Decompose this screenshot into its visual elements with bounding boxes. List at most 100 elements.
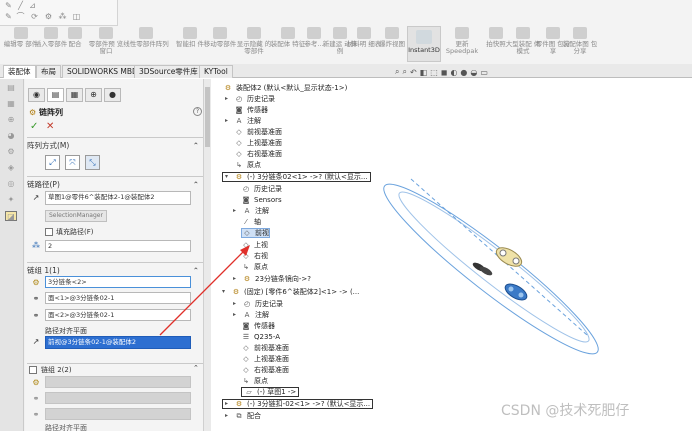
method-distance-linkage-icon[interactable]: ⤢ [45, 155, 60, 170]
configuration-manager-tab-icon[interactable]: ▦ [66, 88, 83, 102]
tab-assembly[interactable]: 装配体 [3, 65, 36, 78]
tree-node-fixed-part[interactable]: ▾ ⚙ (固定) [零件6^装配体2]<1> -> (... [222, 287, 359, 297]
section-view-icon[interactable]: ◧ [420, 68, 428, 77]
dimension-icon[interactable]: ⊿ [28, 1, 37, 10]
tree-node[interactable]: ▸ A 注解 [225, 116, 261, 126]
graphics-area[interactable]: ⚙ 装配体2 (默认<默认_显示状态-1>) ▸ ◴ 历史记录 ◙ 传感器 ▸ A 注解 ◇… [211, 79, 692, 431]
tree-node-chain-link[interactable]: ▸ ⚙ (-) 3分链扣-02<1> ->? (默认<显示... [222, 399, 374, 409]
fill-path-checkbox[interactable] [45, 228, 53, 236]
tree-node[interactable]: ⁄ 轴 [241, 217, 261, 227]
tree-node[interactable]: ◇ 右视基准面 [241, 365, 289, 375]
chain-path-field[interactable]: 草图1@零件6^装配体2-1@装配体2 [45, 191, 191, 205]
tree-node[interactable]: ▸ ⚙ 23分链条镜向->? [233, 274, 311, 284]
options-icon[interactable]: ⚙ [44, 12, 53, 21]
zoom-to-fit-icon[interactable]: ⌕ [395, 67, 399, 77]
tree-node[interactable]: ☰ Q235-A [241, 332, 280, 342]
update-speedpak-button[interactable]: 更新 Speedpak [444, 27, 480, 63]
linear-pattern-button[interactable]: 线性零部件阵列 [120, 27, 172, 63]
collapse-icon[interactable]: ⌃ [193, 179, 199, 191]
tree-node-front-plane[interactable]: ◇ 前视 [241, 228, 270, 238]
tree-node[interactable]: ↳ 原点 [241, 376, 268, 386]
chain-component-field[interactable]: 3分链条<2> [45, 276, 191, 288]
tree-root[interactable]: ⚙ 装配体2 (默认<默认_显示状态-1>) [223, 83, 348, 93]
view-orientation-icon[interactable]: ⬚ [430, 68, 438, 77]
tree-node-sketch[interactable]: ▱ (-) 草图1 -> [241, 387, 300, 397]
move-component-button[interactable]: 移动零部件 [200, 27, 240, 63]
appearance-icon[interactable]: ● [460, 68, 467, 77]
instant3d-button[interactable]: Instant3D [407, 26, 441, 62]
chain-group-2-checkbox[interactable] [29, 366, 37, 374]
path-link2-field[interactable]: 面<2>@3分链条02-1 [45, 309, 191, 321]
tree-node[interactable]: ◇ 右视基准面 [234, 149, 282, 159]
design-icon[interactable]: ◈ [5, 163, 17, 173]
tree-node[interactable]: ◴ 历史记录 [241, 184, 282, 194]
selection-manager-button[interactable]: SelectionManager [45, 210, 107, 222]
assembly-pack-share-button[interactable]: 装配体图 包分享 [562, 27, 598, 63]
tree-node[interactable]: ▸ A 注解 [233, 310, 269, 320]
display-icon[interactable]: ◕ [5, 131, 17, 141]
rebuild-icon[interactable]: ⟳ [30, 12, 39, 21]
property-manager-tab-icon[interactable]: ▤ [47, 88, 64, 102]
smart-dimension-icon[interactable]: ⌒ [16, 12, 25, 21]
tree-node[interactable]: ▸ ◴ 历史记录 [225, 94, 275, 104]
ok-button[interactable]: ✓ [30, 121, 38, 132]
library-icon[interactable]: ◎ [5, 179, 17, 189]
property-icon[interactable]: ▦ [5, 99, 17, 109]
tree-node[interactable]: ◇ 前视基准面 [234, 127, 282, 137]
tree-node[interactable]: ◇ 上视基准面 [234, 138, 282, 148]
tab-kytool[interactable]: KYTool [199, 65, 233, 78]
tree-node[interactable]: ◇ 上视 [241, 240, 268, 250]
component-preview-button[interactable]: 零部件预 览窗口 [88, 27, 124, 63]
tree-node[interactable]: ◇ 右视 [241, 251, 268, 261]
tree-node[interactable]: ↳ 原点 [241, 262, 268, 272]
custom-icon[interactable]: ◪ [5, 211, 17, 221]
tree-node[interactable]: ↳ 原点 [234, 160, 261, 170]
show-hidden-button[interactable]: 显示隐藏 的零部件 [236, 27, 272, 63]
tab-3dsource[interactable]: 3DSource零件库 [134, 65, 203, 78]
scene-icon[interactable]: ◒ [470, 68, 477, 77]
tree-node[interactable]: ▸ ◴ 历史记录 [233, 299, 283, 309]
path-link1-field[interactable]: 面<1>@3分链条02-1 [45, 292, 191, 304]
mate-button[interactable]: 配合 [62, 27, 88, 63]
collapse-icon[interactable]: ⌃ [193, 140, 199, 152]
display-style-icon[interactable]: ◼ [441, 68, 448, 77]
tree-node[interactable]: ▸ ⧉ 配合 [225, 411, 261, 421]
instance-count-field[interactable]: 2 [45, 240, 191, 252]
panel-scrollbar[interactable] [203, 79, 211, 431]
dimxpert-tab-icon[interactable]: ⊕ [85, 88, 102, 102]
cam-icon[interactable]: ⚙ [5, 147, 17, 157]
pattern-icon[interactable]: ⁂ [58, 12, 67, 21]
method-connection-linkage-icon[interactable]: ⤧ [65, 155, 80, 170]
tab-layout[interactable]: 布局 [36, 65, 61, 78]
mirror-icon[interactable]: ◫ [72, 12, 81, 21]
zoom-area-icon[interactable]: ⌕ [402, 67, 406, 77]
line-icon[interactable]: ╱ [16, 1, 25, 10]
config-icon[interactable]: ⊕ [5, 115, 17, 125]
palette-icon[interactable]: ✦ [5, 195, 17, 205]
previous-view-icon[interactable]: ↶ [410, 68, 417, 77]
tree-node[interactable]: ◙ 传感器 [234, 105, 268, 115]
plane-icon: ↗ [32, 337, 40, 346]
display-manager-tab-icon[interactable]: ● [104, 88, 121, 102]
path-plane-field[interactable]: 前视@3分链条02-1@装配体2 [45, 336, 191, 349]
tab-solidworks-mbd[interactable]: SOLIDWORKS MBD [62, 65, 143, 78]
feature-tree-icon[interactable]: ▤ [5, 83, 17, 93]
tree-node[interactable]: ◙ 传感器 [241, 321, 275, 331]
tree-node[interactable]: ▸ A 注解 [233, 206, 269, 216]
cancel-button[interactable]: ✕ [46, 121, 54, 132]
tree-node[interactable]: ◇ 前视基准面 [241, 343, 289, 353]
tree-node[interactable]: ◙ Sensors [241, 195, 282, 205]
exploded-view-button[interactable]: 爆炸视图 [374, 27, 410, 63]
edit-icon[interactable]: ✎ [4, 12, 13, 21]
collapse-icon[interactable]: ⌃ [193, 265, 199, 277]
path-direction-icon[interactable]: ↗ [30, 192, 42, 204]
help-icon[interactable]: ? [193, 107, 202, 116]
tree-node-chain-part[interactable]: ▾ ⚙ (-) 3分链条02<1> ->? (默认<显示... [222, 172, 371, 182]
hide-show-icon[interactable]: ◐ [450, 68, 457, 77]
view-settings-icon[interactable]: ▭ [480, 68, 488, 77]
collapse-icon[interactable]: ⌃ [193, 364, 199, 372]
feature-manager-tab-icon[interactable]: ◉ [28, 88, 45, 102]
method-distance-icon[interactable]: ⤡ [85, 155, 100, 170]
sketch-icon[interactable]: ✎ [4, 1, 13, 10]
tree-node[interactable]: ◇ 上视基准面 [241, 354, 289, 364]
